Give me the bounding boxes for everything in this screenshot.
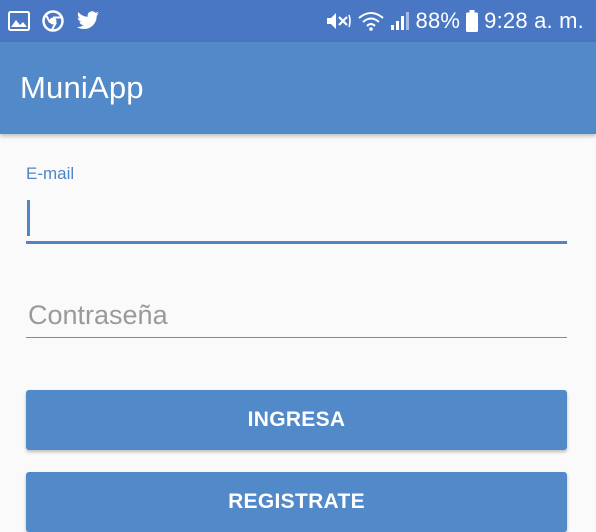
signal-icon (390, 11, 410, 31)
twitter-icon (76, 11, 100, 31)
mute-vibrate-icon (326, 11, 352, 31)
chrome-icon (42, 10, 64, 32)
app-bar: MuniApp (0, 42, 596, 134)
register-button[interactable]: REGISTRATE (26, 472, 567, 532)
password-field[interactable] (26, 294, 567, 338)
email-label: E-mail (26, 164, 75, 183)
login-button[interactable]: INGRESA (26, 390, 567, 450)
gallery-icon (8, 11, 30, 31)
status-notifications (8, 10, 112, 32)
text-cursor (27, 200, 30, 236)
battery-percent: 88% (415, 8, 461, 33)
status-bar: 88% 9:28 a. m. (0, 0, 596, 42)
battery-icon (466, 10, 479, 32)
status-time: 9:28 a. m. (484, 8, 584, 33)
app-title: MuniApp (20, 70, 144, 105)
status-system: 88% 9:28 a. m. (320, 10, 584, 32)
email-field[interactable] (26, 196, 567, 244)
wifi-icon (357, 11, 384, 31)
